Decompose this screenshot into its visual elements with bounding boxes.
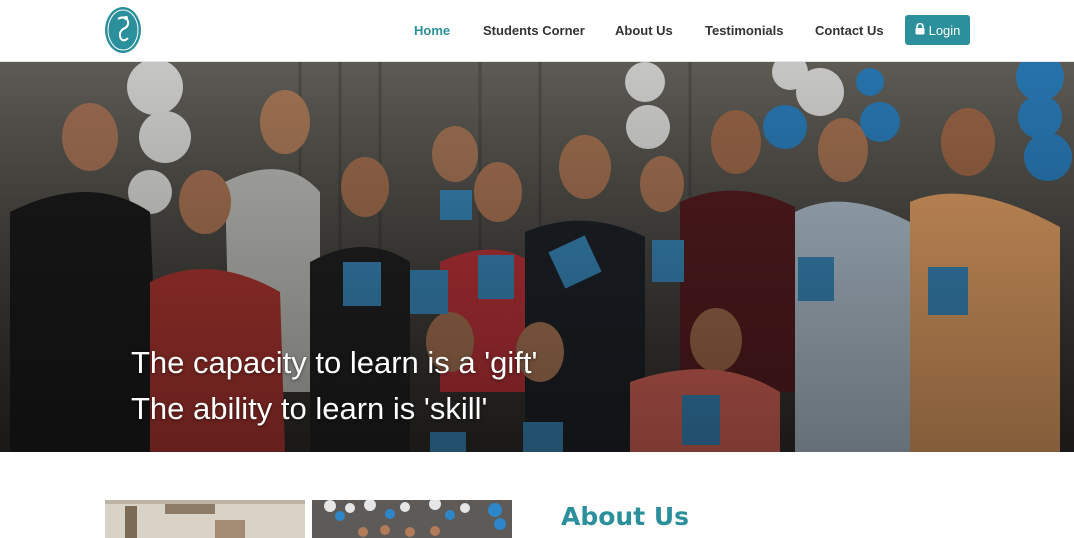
nav-home[interactable]: Home bbox=[414, 23, 450, 38]
site-logo[interactable] bbox=[104, 5, 142, 55]
hero-caption-line-2: The ability to learn is 'skill' bbox=[131, 391, 488, 426]
navbar: Home Students Corner About Us Testimonia… bbox=[0, 0, 1074, 62]
nav-about-us[interactable]: About Us bbox=[615, 23, 673, 38]
nav-contact-us[interactable]: Contact Us bbox=[815, 23, 884, 38]
login-button[interactable]: Login bbox=[905, 15, 970, 45]
about-collage-image bbox=[105, 500, 512, 538]
lock-icon bbox=[915, 22, 925, 38]
login-label: Login bbox=[928, 22, 961, 38]
about-us-heading: About Us bbox=[561, 502, 690, 531]
hero-banner: The capacity to learn is a 'gift' The ab… bbox=[0, 62, 1074, 452]
hero-caption: The capacity to learn is a 'gift' The ab… bbox=[131, 340, 537, 432]
nav-testimonials[interactable]: Testimonials bbox=[705, 23, 784, 38]
hero-caption-line-1: The capacity to learn is a 'gift' bbox=[131, 345, 538, 380]
nav-students-corner[interactable]: Students Corner bbox=[483, 23, 585, 38]
